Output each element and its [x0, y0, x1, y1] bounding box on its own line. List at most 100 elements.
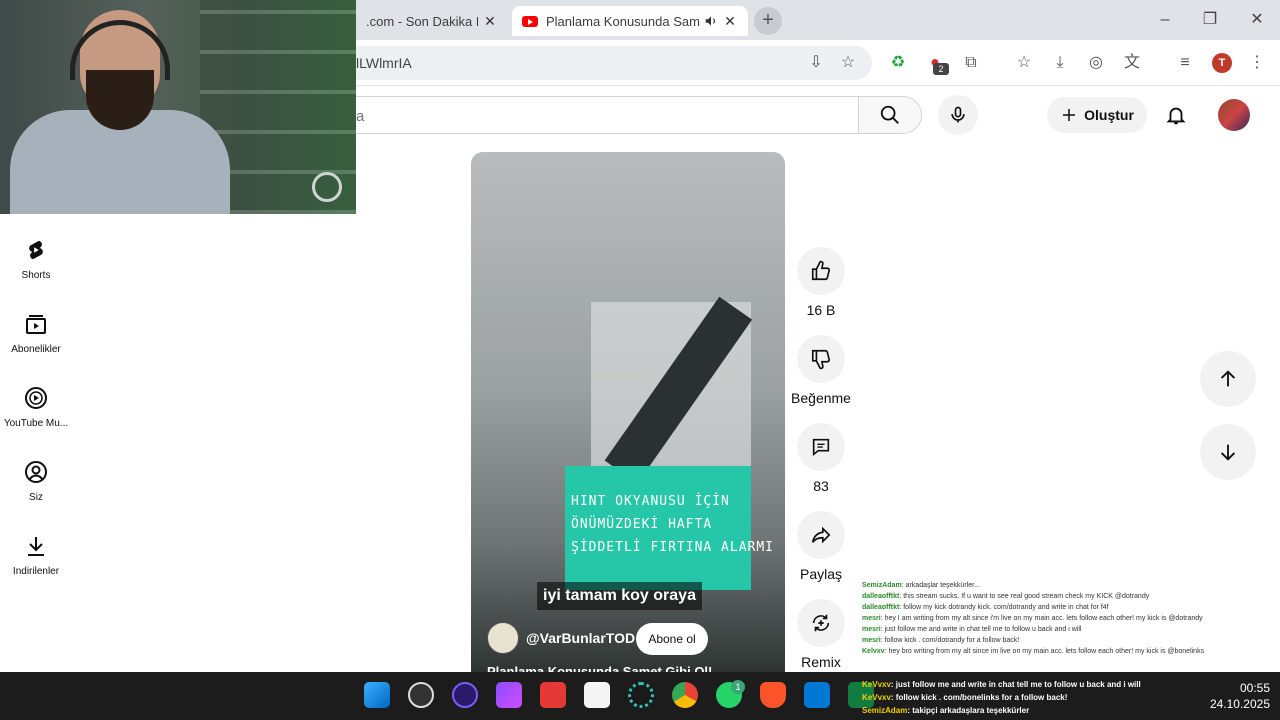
extensions-puzzle-icon[interactable]: ⧉	[960, 52, 982, 74]
favorites-icon[interactable]: ☆	[1013, 52, 1035, 74]
address-bar[interactable]	[340, 46, 872, 80]
chat-user: dalleaofftkt	[862, 593, 900, 600]
clock-date: 24.10.2025	[1209, 697, 1270, 711]
close-window-icon[interactable]: ✕	[1247, 10, 1267, 30]
screenshot-icon[interactable]: ◎	[1085, 52, 1107, 74]
app-circle-icon[interactable]	[452, 682, 478, 708]
chat-text: : just follow me and write in chat tell …	[880, 626, 1082, 633]
account-avatar[interactable]	[1218, 99, 1250, 131]
downloads-toolbar-icon[interactable]: ⤓	[1049, 52, 1071, 74]
video-editor-icon[interactable]	[496, 682, 522, 708]
search-query-text: a	[356, 108, 365, 125]
microphone-icon	[951, 106, 965, 123]
tab-news[interactable]: .com - Son Dakika Hab ✕	[356, 6, 508, 36]
chat-line: mesri: follow kick . com/dotrandy for a …	[862, 635, 1280, 646]
chat-line: KeVvxv: just follow me and write in chat…	[862, 678, 1182, 691]
dislike-button[interactable]	[797, 335, 845, 383]
tab-title: .com - Son Dakika Hab	[366, 13, 478, 29]
dislike-label: Beğenme	[791, 390, 851, 406]
brave-browser-icon[interactable]	[760, 682, 786, 708]
next-short-button[interactable]	[1200, 424, 1256, 480]
extension-green-icon[interactable]: ♻	[887, 52, 909, 74]
chat-text: : takipçi arkadaşlara teşekkürler	[907, 706, 1030, 715]
app-dotted-icon[interactable]	[628, 682, 654, 708]
media-control-icon[interactable]: ≡	[1174, 52, 1196, 74]
system-clock[interactable]: 00:55 24.10.2025	[1180, 680, 1270, 712]
video-overlay-text: HINT OKYANUSU İÇİN ÖNÜMÜZDEKİ HAFTA ŞİDD…	[571, 490, 773, 559]
chat-text: : follow kick . com/bonelinks for a foll…	[890, 693, 1068, 702]
guide-item-downloads[interactable]: İndirilenler	[0, 534, 72, 577]
plus-icon	[1063, 109, 1076, 121]
chat-line: Kelvxv: hey bro writing from my alt sinc…	[862, 646, 1280, 657]
search-input[interactable]	[330, 96, 858, 134]
arrow-down-icon	[1220, 444, 1236, 461]
close-tab-icon[interactable]: ✕	[482, 13, 498, 30]
chat-user: SemizAdam	[862, 706, 908, 715]
install-app-icon[interactable]: ⇩	[805, 52, 827, 74]
speaker-icon[interactable]	[704, 14, 718, 28]
share-icon	[811, 526, 831, 544]
chat-line: dalleaofftkt: follow my kick dotrandy ki…	[862, 602, 1280, 613]
channel-avatar[interactable]	[487, 622, 519, 654]
share-label: Paylaş	[799, 566, 843, 582]
create-button[interactable]: Oluştur	[1047, 97, 1147, 133]
shorts-icon	[29, 240, 43, 260]
like-button[interactable]	[797, 247, 845, 295]
subscriptions-icon	[26, 315, 46, 334]
translate-icon[interactable]: 文	[1121, 52, 1143, 74]
chat-user: mesri	[862, 637, 881, 644]
chat-text: : arkadaşlar teşekkürler...	[901, 582, 980, 589]
subscribe-button[interactable]: Abone ol	[636, 623, 708, 655]
guide-label: YouTube Mu...	[3, 418, 69, 429]
restore-icon[interactable]: ❐	[1200, 10, 1220, 30]
bookmark-star-icon[interactable]: ☆	[837, 52, 859, 74]
thumbs-down-icon	[811, 349, 831, 370]
chat-user: KeVvxv	[862, 680, 891, 689]
guide-item-subscriptions[interactable]: Abonelikler	[0, 312, 72, 355]
start-button-icon[interactable]	[364, 682, 390, 708]
profile-avatar[interactable]: T	[1212, 53, 1232, 73]
previous-short-button[interactable]	[1200, 351, 1256, 407]
comment-count: 83	[813, 478, 829, 494]
channel-name[interactable]: @VarBunlarTOD	[526, 630, 635, 646]
more-menu-icon[interactable]: ⋮	[1246, 52, 1268, 74]
obs-icon[interactable]	[408, 682, 434, 708]
tab-youtube[interactable]: Planlama Konusunda Samet ✕	[512, 6, 748, 36]
remix-button[interactable]	[797, 599, 845, 647]
arrow-up-icon	[1220, 370, 1236, 387]
like-count: 16 B	[806, 302, 836, 318]
guide-label: İndirilenler	[12, 566, 60, 577]
close-tab-icon[interactable]: ✕	[722, 13, 738, 30]
guide-item-youtube-music[interactable]: YouTube Mu...	[0, 386, 72, 429]
guide-label: Abonelikler	[11, 344, 61, 355]
guide-item-shorts[interactable]: Shorts	[0, 238, 72, 281]
outlook-icon[interactable]	[804, 682, 830, 708]
voice-search-button[interactable]	[938, 95, 978, 135]
minimize-icon[interactable]: –	[1155, 10, 1175, 30]
youtube-music-icon	[25, 387, 47, 409]
app-red-icon[interactable]	[540, 682, 566, 708]
comment-icon	[812, 438, 830, 457]
video-title[interactable]: Planlama Konusunda Samet Gibi Ol!	[487, 664, 712, 672]
share-button[interactable]	[797, 511, 845, 559]
chrome-icon[interactable]	[672, 682, 698, 708]
you-icon	[25, 461, 47, 483]
search-button[interactable]	[858, 96, 922, 134]
video-subtitle: iyi tamam koy oraya	[537, 582, 702, 610]
chat-text: : follow my kick dotrandy kick. com/dotr…	[899, 604, 1109, 611]
youtube-favicon-icon	[522, 15, 538, 27]
chat-user: mesri	[862, 615, 881, 622]
short-video-player[interactable]: HINT OKYANUSU İÇİN ÖNÜMÜZDEKİ HAFTA ŞİDD…	[471, 152, 785, 672]
url-text[interactable]: lLWlmrIA	[356, 55, 412, 71]
overlay-line: ÖNÜMÜZDEKİ HAFTA	[571, 517, 713, 532]
tab-title: Planlama Konusunda Samet	[546, 13, 700, 29]
chat-line: KeVvxv: follow kick . com/bonelinks for …	[862, 691, 1182, 704]
notifications-button[interactable]	[1162, 101, 1190, 129]
document-app-icon[interactable]	[584, 682, 610, 708]
guide-item-you[interactable]: Siz	[0, 460, 72, 503]
create-label: Oluştur	[1084, 107, 1134, 123]
chat-line: mesri: hey I am writing from my alt sinc…	[862, 613, 1280, 624]
new-tab-button[interactable]: +	[754, 7, 782, 35]
stream-chat-latest: KeVvxv: just follow me and write in chat…	[862, 678, 1182, 717]
comments-button[interactable]	[797, 423, 845, 471]
